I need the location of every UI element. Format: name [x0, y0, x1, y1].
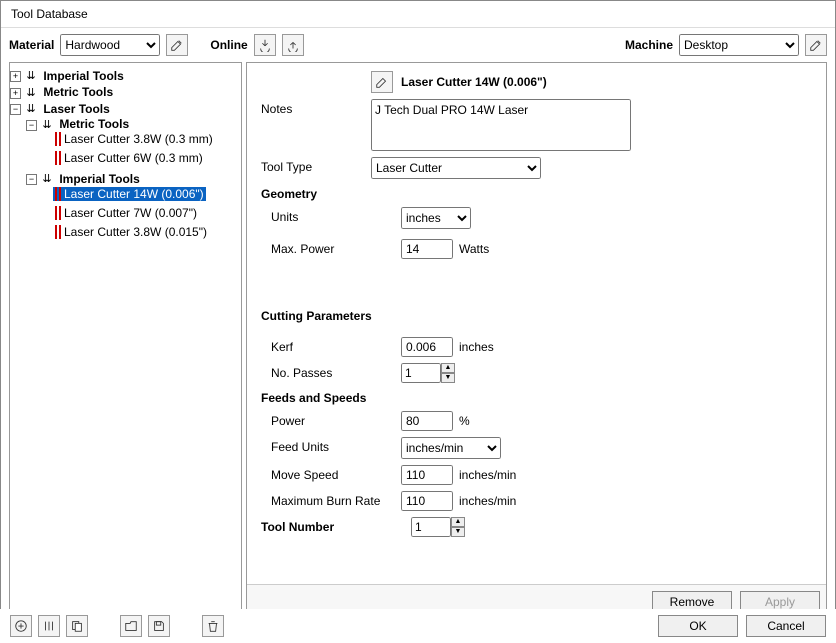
tool-name: Laser Cutter 14W (0.006") — [401, 75, 547, 89]
movespeed-unit: inches/min — [459, 468, 516, 482]
cutting-heading: Cutting Parameters — [261, 309, 812, 323]
tree-folder[interactable]: ⇊Laser Tools — [24, 102, 111, 116]
add-tool-button[interactable] — [10, 615, 32, 637]
expand-icon[interactable]: − — [26, 120, 37, 131]
material-edit-button[interactable] — [166, 34, 188, 56]
new-group-button[interactable] — [38, 615, 60, 637]
tools-icon: ⇊ — [26, 86, 40, 99]
burnrate-label: Maximum Burn Rate — [261, 491, 401, 508]
passes-spinner[interactable]: ▲▼ — [401, 363, 455, 383]
tree-folder[interactable]: ⇊Metric Tools — [40, 117, 131, 131]
spin-down-icon[interactable]: ▼ — [451, 527, 465, 537]
material-select[interactable]: Hardwood — [60, 34, 160, 56]
notes-input[interactable] — [371, 99, 631, 151]
tool-name-edit-button[interactable] — [371, 71, 393, 93]
tree-folder[interactable]: ⇊Metric Tools — [24, 85, 115, 99]
detail-panel: Laser Cutter 14W (0.006") Notes Tool Typ… — [246, 62, 827, 620]
expand-icon[interactable]: + — [10, 71, 21, 82]
online-upload-button[interactable] — [282, 34, 304, 56]
online-label: Online — [210, 38, 247, 52]
units-label: Units — [261, 207, 401, 224]
spin-up-icon[interactable]: ▲ — [451, 517, 465, 527]
tool-tree[interactable]: + ⇊Imperial Tools + ⇊Metric Tools − ⇊Las… — [9, 62, 242, 620]
lasertool-icon — [55, 151, 61, 165]
tree-folder[interactable]: ⇊Imperial Tools — [24, 69, 125, 83]
movespeed-label: Move Speed — [261, 465, 401, 482]
window-title: Tool Database — [11, 7, 88, 21]
kerf-unit: inches — [459, 340, 494, 354]
burnrate-input[interactable] — [401, 491, 453, 511]
feedunits-select[interactable]: inches/min — [401, 437, 501, 459]
power-unit: % — [459, 414, 470, 428]
tooltype-label: Tool Type — [261, 157, 371, 174]
passes-input[interactable] — [401, 363, 441, 383]
power-input[interactable] — [401, 411, 453, 431]
lasertool-icon — [55, 132, 61, 146]
tools-icon: ⇊ — [26, 69, 40, 82]
power-label: Power — [261, 411, 401, 428]
machine-label: Machine — [625, 38, 673, 52]
delete-button[interactable] — [202, 615, 224, 637]
tree-item[interactable]: Laser Cutter 7W (0.007") — [53, 206, 199, 220]
toolnumber-spinner[interactable]: ▲▼ — [411, 517, 465, 537]
bottom-bar: OK Cancel — [0, 609, 836, 643]
machine-select[interactable]: Desktop — [679, 34, 799, 56]
copy-button[interactable] — [66, 615, 88, 637]
burnrate-unit: inches/min — [459, 494, 516, 508]
expand-icon[interactable]: − — [10, 104, 21, 115]
tooltype-select[interactable]: Laser Cutter — [371, 157, 541, 179]
tree-item[interactable]: Laser Cutter 3.8W (0.015") — [53, 225, 209, 239]
machine-edit-button[interactable] — [805, 34, 827, 56]
movespeed-input[interactable] — [401, 465, 453, 485]
top-toolbar: Material Hardwood Online Machine Desktop — [1, 28, 835, 62]
units-select[interactable]: inches — [401, 207, 471, 229]
kerf-label: Kerf — [261, 337, 401, 354]
feedunits-label: Feed Units — [261, 437, 401, 454]
online-download-button[interactable] — [254, 34, 276, 56]
lasertool-icon — [55, 225, 61, 239]
tree-item-selected[interactable]: Laser Cutter 14W (0.006") — [53, 187, 206, 201]
expand-icon[interactable]: + — [10, 88, 21, 99]
kerf-input[interactable] — [401, 337, 453, 357]
ok-button[interactable]: OK — [658, 615, 738, 637]
maxpower-label: Max. Power — [261, 239, 401, 256]
maxpower-unit: Watts — [459, 242, 489, 256]
titlebar: Tool Database — [1, 1, 835, 28]
geometry-heading: Geometry — [261, 187, 812, 201]
open-button[interactable] — [120, 615, 142, 637]
lasertool-icon — [55, 206, 61, 220]
toolnumber-input[interactable] — [411, 517, 451, 537]
material-label: Material — [9, 38, 54, 52]
maxpower-input[interactable] — [401, 239, 453, 259]
tools-icon: ⇊ — [26, 102, 40, 115]
tools-icon: ⇊ — [42, 172, 56, 185]
toolnumber-label: Tool Number — [261, 517, 411, 534]
spin-up-icon[interactable]: ▲ — [441, 363, 455, 373]
save-button[interactable] — [148, 615, 170, 637]
feeds-heading: Feeds and Speeds — [261, 391, 812, 405]
cancel-button[interactable]: Cancel — [746, 615, 826, 637]
lasertool-icon — [55, 187, 61, 201]
tree-folder[interactable]: ⇊Imperial Tools — [40, 172, 141, 186]
expand-icon[interactable]: − — [26, 174, 37, 185]
notes-label: Notes — [261, 99, 371, 116]
passes-label: No. Passes — [261, 363, 401, 380]
tools-icon: ⇊ — [42, 118, 56, 131]
spin-down-icon[interactable]: ▼ — [441, 373, 455, 383]
tree-item[interactable]: Laser Cutter 3.8W (0.3 mm) — [53, 132, 215, 146]
tree-item[interactable]: Laser Cutter 6W (0.3 mm) — [53, 151, 205, 165]
